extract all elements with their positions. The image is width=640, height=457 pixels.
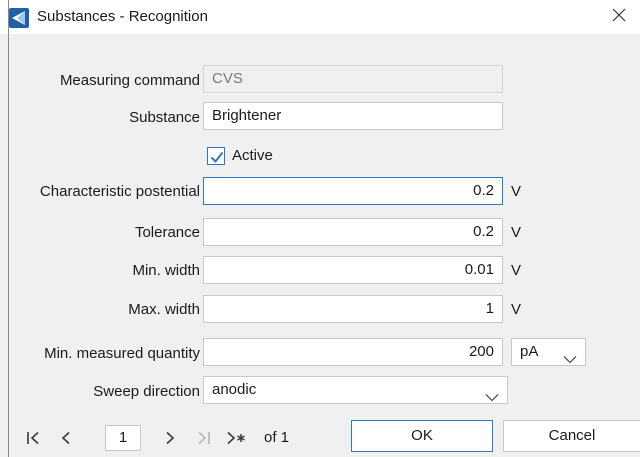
characteristic-potential-label: Characteristic postential xyxy=(39,183,200,200)
max-width-label: Max. width xyxy=(128,301,200,318)
max-width-unit: V xyxy=(511,301,522,318)
sweep-direction-select[interactable]: anodic xyxy=(203,376,508,404)
min-measured-quantity-label: Min. measured quantity xyxy=(44,345,200,362)
measuring-command-label: Measuring command xyxy=(59,72,200,89)
dialog-window: Substances - Recognition Measuring comma… xyxy=(0,0,640,457)
new-record-icon xyxy=(227,431,245,445)
page-count-text: of 1 xyxy=(264,429,290,446)
active-checkbox[interactable] xyxy=(207,147,225,165)
window-title: Substances - Recognition xyxy=(37,8,208,25)
active-label: Active xyxy=(232,147,273,164)
active-checkbox-row[interactable]: Active xyxy=(206,145,306,169)
substance-input[interactable]: Brightener xyxy=(203,102,503,130)
app-logo-icon xyxy=(9,8,29,28)
characteristic-potential-input[interactable]: 0.2 xyxy=(203,177,503,205)
chevron-down-icon xyxy=(485,385,499,411)
tolerance-unit: V xyxy=(511,224,522,241)
checkmark-icon xyxy=(210,151,224,164)
measuring-command-field: CVS xyxy=(203,65,503,93)
page-number-input[interactable]: 1 xyxy=(105,425,141,451)
close-icon xyxy=(612,8,626,26)
unit-select-value: pA xyxy=(520,343,539,360)
close-button[interactable] xyxy=(604,5,634,29)
sweep-direction-value: anodic xyxy=(212,381,257,398)
previous-record-button[interactable] xyxy=(53,423,79,453)
unit-select[interactable]: pA xyxy=(511,338,586,366)
title-bar: Substances - Recognition xyxy=(0,0,640,34)
last-record-icon xyxy=(198,431,210,445)
tolerance-input[interactable]: 0.2 xyxy=(203,218,503,246)
min-width-input[interactable]: 0.01 xyxy=(203,256,503,284)
min-width-label: Min. width xyxy=(132,262,200,279)
previous-record-icon xyxy=(61,431,70,445)
substance-label: Substance xyxy=(129,109,200,126)
max-width-input[interactable]: 1 xyxy=(203,295,503,323)
first-record-icon xyxy=(27,431,39,445)
record-navigator: 1 of 1 xyxy=(9,422,339,454)
characteristic-potential-unit: V xyxy=(511,183,522,200)
last-record-button[interactable] xyxy=(190,423,216,453)
cancel-button[interactable]: Cancel xyxy=(503,420,640,452)
window-left-border xyxy=(8,0,9,457)
next-record-icon xyxy=(166,431,175,445)
min-measured-quantity-input[interactable]: 200 xyxy=(203,338,503,366)
new-record-button[interactable] xyxy=(222,423,252,453)
ok-button[interactable]: OK xyxy=(351,420,493,452)
tolerance-label: Tolerance xyxy=(134,224,200,241)
min-width-unit: V xyxy=(511,262,522,279)
first-record-button[interactable] xyxy=(21,423,47,453)
sweep-direction-label: Sweep direction xyxy=(93,383,200,400)
next-record-button[interactable] xyxy=(157,423,183,453)
chevron-down-icon xyxy=(563,347,577,373)
